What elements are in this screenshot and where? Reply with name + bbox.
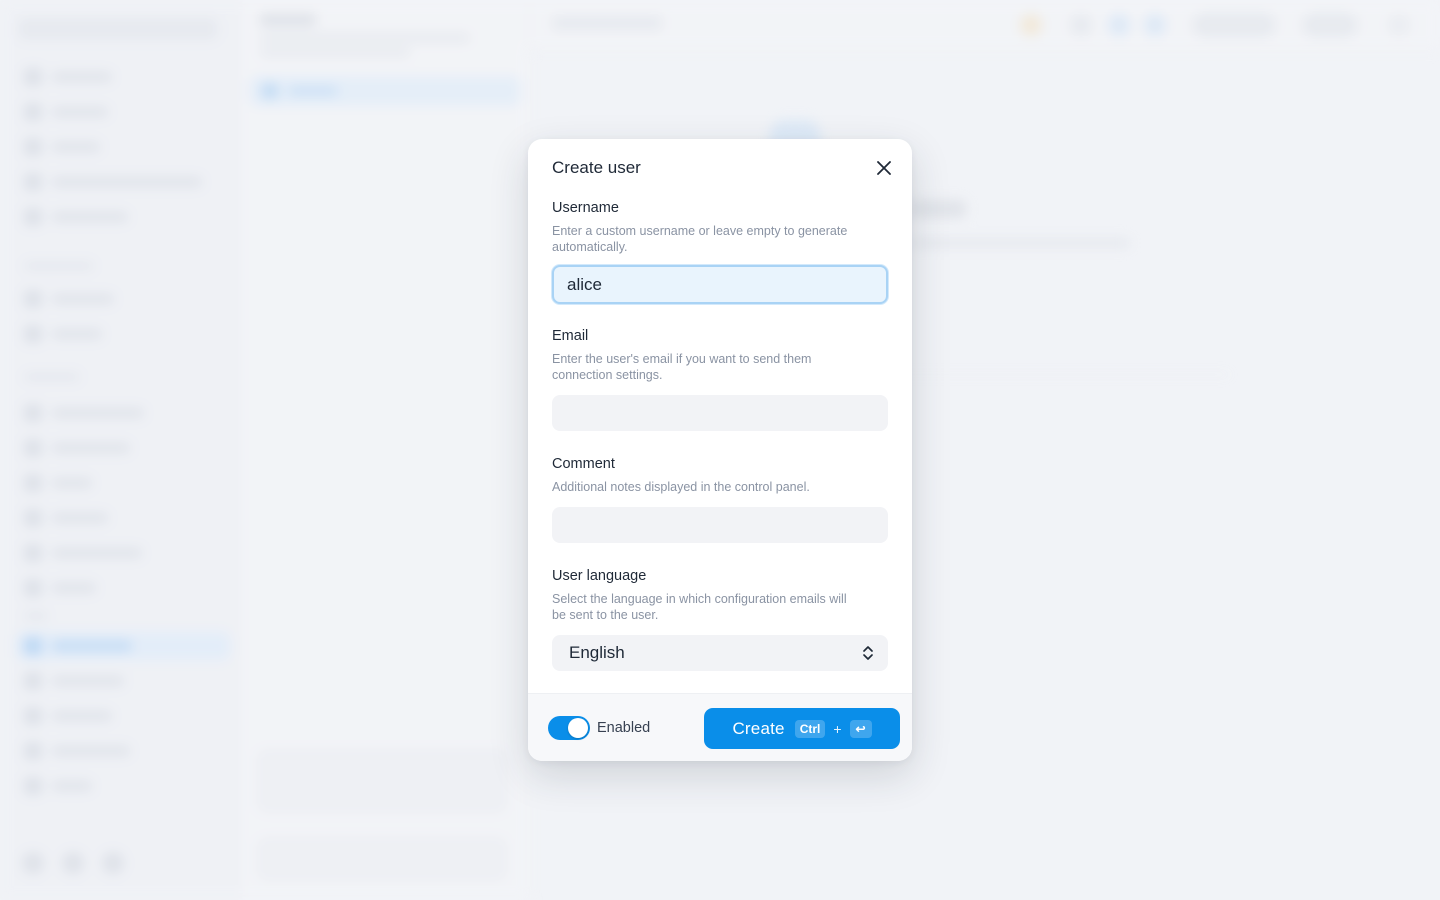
sidebar-item [24, 509, 108, 527]
sidebar-item [24, 777, 92, 795]
sidebar-item [24, 325, 102, 343]
info-card [256, 748, 508, 814]
comment-label: Comment [552, 456, 615, 472]
list-pane [240, 0, 530, 900]
chevron-up-down-icon [863, 646, 873, 660]
create-button-label: Create [732, 718, 785, 738]
sidebar-logo [18, 18, 218, 40]
dialog-title: Create user [552, 158, 641, 177]
sidebar-item [24, 474, 92, 492]
enter-key-icon: ↩ [849, 719, 872, 738]
status-dot [1108, 14, 1130, 36]
status-dot [1144, 14, 1166, 36]
sidebar-item [24, 68, 112, 86]
language-label: User language [552, 568, 647, 584]
sidebar-section [24, 262, 94, 270]
create-button[interactable]: Create Ctrl + ↩ [704, 708, 900, 749]
username-input[interactable] [552, 265, 888, 304]
create-user-dialog: Create user Username Enter a custom user… [528, 139, 912, 761]
sidebar-item [24, 138, 100, 156]
top-bar [530, 0, 1440, 50]
status-dot [1020, 14, 1042, 36]
close-button[interactable] [872, 156, 896, 180]
language-select[interactable]: English [552, 635, 888, 671]
sidebar-section [24, 612, 48, 620]
username-label: Username [552, 200, 619, 216]
email-label: Email [552, 328, 589, 344]
email-help: Enter the user's email if you want to se… [552, 352, 812, 382]
comment-help: Additional notes displayed in the contro… [552, 480, 810, 494]
info-card [256, 836, 508, 882]
language-help: Select the language in which configurati… [552, 592, 847, 622]
shortcut-plus: + [833, 720, 842, 737]
sidebar-item [24, 439, 130, 457]
username-help: Enter a custom username or leave empty t… [552, 224, 848, 254]
status-dot [1388, 14, 1410, 36]
sidebar [0, 0, 240, 900]
comment-input[interactable] [552, 507, 888, 543]
close-icon [877, 161, 891, 175]
search-placeholder [552, 16, 662, 30]
toggle-knob [568, 718, 588, 738]
status-dot [1070, 14, 1092, 36]
top-bar-pill [1192, 13, 1276, 37]
sidebar-item-active [16, 632, 230, 660]
sidebar-footer [22, 852, 124, 874]
sidebar-item [24, 707, 112, 725]
sidebar-section [24, 373, 80, 381]
list-item-selected [250, 76, 520, 106]
language-select-value: English [569, 643, 625, 662]
sidebar-item [24, 672, 124, 690]
dialog-footer: Enabled Create Ctrl + ↩ [528, 693, 912, 761]
ctrl-key-badge: Ctrl [794, 719, 826, 738]
email-input[interactable] [552, 395, 888, 431]
sidebar-item [24, 742, 130, 760]
enabled-toggle[interactable] [548, 716, 590, 740]
sidebar-item [24, 579, 96, 597]
sidebar-item [24, 404, 144, 422]
sidebar-item [24, 103, 108, 121]
enabled-label: Enabled [597, 720, 651, 736]
sidebar-item [24, 544, 142, 562]
sidebar-item [24, 208, 128, 226]
sidebar-item [24, 290, 114, 308]
sidebar-item [24, 173, 202, 191]
top-bar-pill [1302, 13, 1358, 37]
